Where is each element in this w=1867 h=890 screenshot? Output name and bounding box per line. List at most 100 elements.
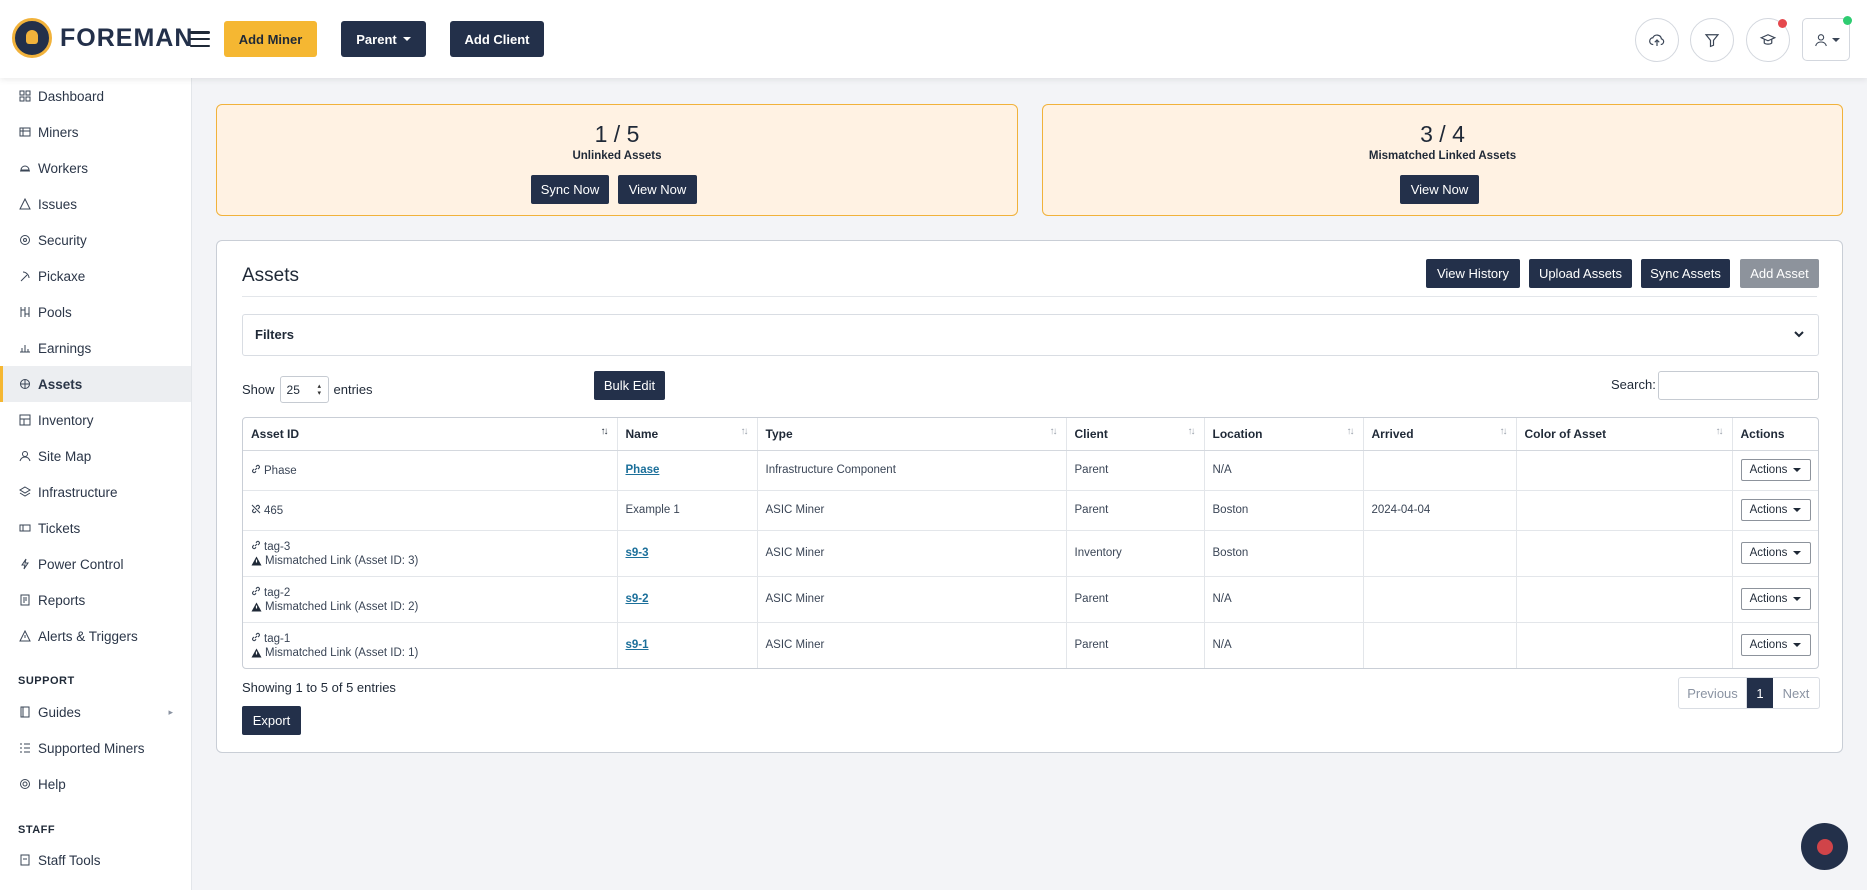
filter-button[interactable] bbox=[1690, 18, 1734, 62]
report-icon bbox=[19, 594, 31, 606]
sidebar-item-guides[interactable]: Guides ▸ bbox=[0, 694, 191, 730]
asset-name-link[interactable]: s9-2 bbox=[626, 593, 649, 605]
sync-assets-button[interactable]: Sync Assets bbox=[1641, 259, 1730, 288]
view-mismatched-button[interactable]: View Now bbox=[1400, 175, 1479, 204]
sidebar-item-power-control[interactable]: Power Control bbox=[0, 546, 191, 582]
sidebar-item-infrastructure[interactable]: Infrastructure bbox=[0, 474, 191, 510]
sidebar-item-pools[interactable]: Pools bbox=[0, 294, 191, 330]
caret-down-icon bbox=[1793, 468, 1802, 472]
row-actions-button[interactable]: Actions bbox=[1740, 542, 1811, 564]
sidebar-item-label: Miners bbox=[38, 124, 79, 140]
unlinked-assets-card: 1 / 5 Unlinked Assets Sync Now View Now bbox=[216, 104, 1018, 216]
asset-arrived bbox=[1363, 530, 1517, 577]
page-size-select[interactable]: 25 bbox=[279, 376, 329, 403]
menu-toggle-icon[interactable] bbox=[190, 31, 210, 47]
caret-down-icon bbox=[1793, 551, 1802, 555]
mismatch-warning: Mismatched Link (Asset ID: 2) bbox=[265, 600, 419, 613]
caret-down-icon bbox=[1793, 597, 1802, 601]
pools-icon bbox=[19, 306, 31, 318]
chevron-right-icon: ▸ bbox=[168, 706, 173, 717]
search-input[interactable] bbox=[1658, 371, 1819, 400]
previous-page-button[interactable]: Previous bbox=[1679, 678, 1747, 708]
sidebar-item-assets[interactable]: Assets bbox=[0, 366, 191, 402]
asset-type: ASIC Miner bbox=[757, 576, 1067, 623]
sidebar-item-label: Issues bbox=[38, 196, 78, 212]
sort-icon: ↑↓ bbox=[1346, 426, 1355, 437]
sort-icon: ↑↓ bbox=[740, 426, 749, 437]
sidebar-item-pickaxe[interactable]: Pickaxe bbox=[0, 258, 191, 294]
export-button[interactable]: Export bbox=[242, 706, 301, 735]
add-miner-button[interactable]: Add Miner bbox=[224, 21, 317, 57]
broken-link-icon bbox=[251, 504, 264, 514]
table-row: tag-3 Mismatched Link (Asset ID: 3) s9-3… bbox=[243, 530, 1818, 577]
foreman-logo[interactable]: FOREMAN bbox=[12, 18, 193, 58]
column-header-asset-id[interactable]: Asset ID ↑↓ bbox=[243, 418, 618, 451]
add-asset-button[interactable]: Add Asset bbox=[1740, 259, 1819, 288]
sidebar-item-label: Tickets bbox=[38, 520, 81, 536]
sidebar-item-dashboard[interactable]: Dashboard bbox=[0, 78, 191, 114]
divider bbox=[242, 296, 1817, 297]
sidebar-item-tickets[interactable]: Tickets bbox=[0, 510, 191, 546]
asset-name: Example 1 bbox=[617, 490, 758, 531]
sidebar-item-earnings[interactable]: Earnings bbox=[0, 330, 191, 366]
column-header-type[interactable]: Type ↑↓ bbox=[757, 418, 1067, 451]
graduation-cap-icon bbox=[1759, 34, 1777, 45]
tools-icon bbox=[19, 854, 31, 866]
inventory-icon bbox=[19, 414, 31, 426]
asset-arrived bbox=[1363, 576, 1517, 623]
mismatched-label: Mismatched Linked Assets bbox=[1368, 150, 1517, 162]
upload-assets-button[interactable]: Upload Assets bbox=[1529, 259, 1632, 288]
row-actions-button[interactable]: Actions bbox=[1740, 459, 1811, 481]
row-actions-button[interactable]: Actions bbox=[1740, 634, 1811, 657]
sidebar-item-supported-miners[interactable]: Supported Miners bbox=[0, 730, 191, 766]
asset-name-link[interactable]: s9-1 bbox=[626, 639, 649, 651]
sidebar-item-staff-tools[interactable]: Staff Tools bbox=[0, 842, 191, 878]
page-size-value: 25 bbox=[286, 382, 300, 397]
sidebar-item-help[interactable]: Help bbox=[0, 766, 191, 802]
asset-name-link[interactable]: Phase bbox=[626, 464, 660, 476]
row-actions-button[interactable]: Actions bbox=[1740, 588, 1811, 610]
sidebar-item-label: Pickaxe bbox=[38, 268, 86, 284]
chevron-down-icon bbox=[1794, 331, 1804, 338]
sidebar-item-security[interactable]: Security bbox=[0, 222, 191, 258]
add-client-button[interactable]: Add Client bbox=[450, 21, 544, 57]
bulk-edit-button[interactable]: Bulk Edit bbox=[594, 371, 665, 400]
sidebar-item-workers[interactable]: Workers bbox=[0, 150, 191, 186]
asset-name-link[interactable]: s9-3 bbox=[626, 547, 649, 559]
chat-launcher-button[interactable] bbox=[1801, 823, 1848, 870]
sidebar-item-miners[interactable]: Miners bbox=[0, 114, 191, 150]
column-header-arrived[interactable]: Arrived ↑↓ bbox=[1363, 418, 1517, 451]
help-icon bbox=[19, 778, 31, 790]
column-header-client[interactable]: Client ↑↓ bbox=[1066, 418, 1205, 451]
sidebar-item-issues[interactable]: Issues bbox=[0, 186, 191, 222]
sidebar-item-label: Infrastructure bbox=[38, 484, 118, 500]
sidebar-item-alerts-triggers[interactable]: Alerts & Triggers bbox=[0, 618, 191, 654]
showing-entries-text: Showing 1 to 5 of 5 entries bbox=[242, 680, 396, 695]
next-page-button[interactable]: Next bbox=[1773, 678, 1819, 708]
earnings-icon bbox=[19, 342, 31, 354]
view-unlinked-button[interactable]: View Now bbox=[618, 175, 697, 204]
sidebar-item-reports[interactable]: Reports bbox=[0, 582, 191, 618]
filters-panel[interactable]: Filters bbox=[242, 314, 1819, 356]
column-header-color[interactable]: Color of Asset ↑↓ bbox=[1516, 418, 1733, 451]
user-menu-button[interactable] bbox=[1802, 18, 1850, 61]
cloud-upload-button[interactable] bbox=[1635, 18, 1679, 62]
asset-arrived bbox=[1363, 622, 1517, 668]
column-header-name[interactable]: Name ↑↓ bbox=[617, 418, 758, 451]
page-1-button[interactable]: 1 bbox=[1747, 678, 1773, 708]
sync-now-button[interactable]: Sync Now bbox=[531, 175, 609, 204]
sidebar-item-site-map[interactable]: Site Map bbox=[0, 438, 191, 474]
brand-name: FOREMAN bbox=[60, 23, 194, 52]
page-size-control: Show 25 entries bbox=[242, 376, 373, 403]
warning-icon bbox=[19, 198, 31, 210]
book-icon bbox=[19, 706, 31, 718]
alert-icon bbox=[19, 630, 31, 642]
view-history-button[interactable]: View History bbox=[1426, 259, 1520, 288]
site-map-icon bbox=[19, 450, 31, 462]
assets-title: Assets bbox=[242, 265, 300, 286]
row-actions-button[interactable]: Actions bbox=[1740, 499, 1811, 521]
column-header-location[interactable]: Location ↑↓ bbox=[1204, 418, 1364, 451]
parent-dropdown-button[interactable]: Parent bbox=[341, 21, 426, 57]
sidebar-item-inventory[interactable]: Inventory bbox=[0, 402, 191, 438]
asset-id: tag-2 bbox=[264, 586, 291, 599]
